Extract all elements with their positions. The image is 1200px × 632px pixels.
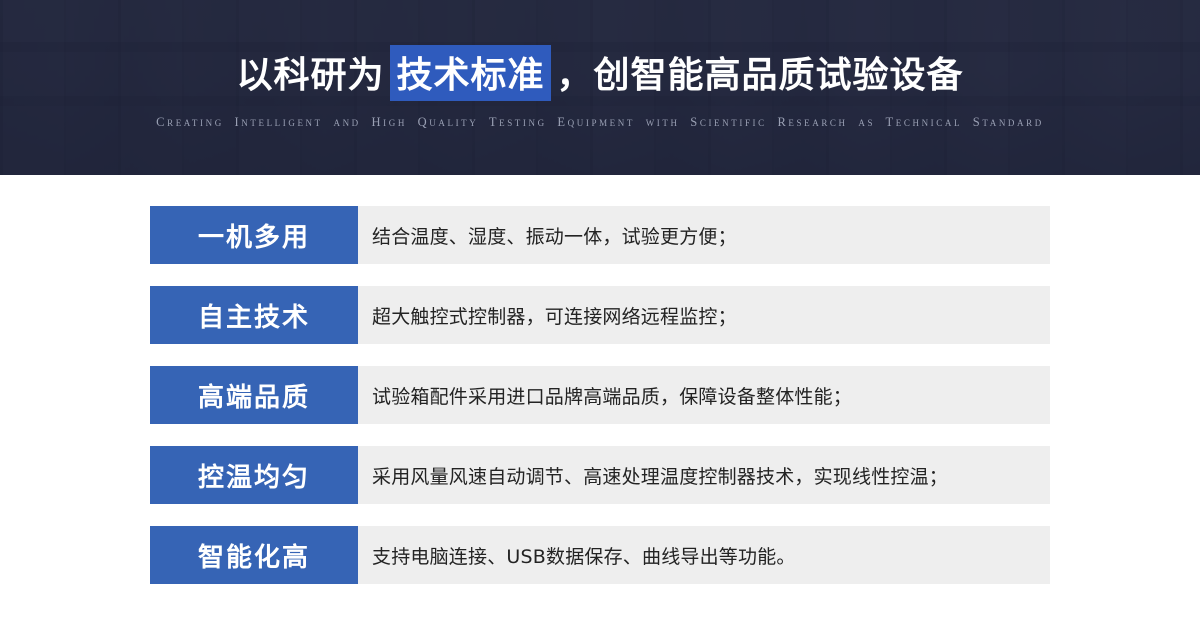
feature-description: 试验箱配件采用进口品牌高端品质，保障设备整体性能； [372, 385, 853, 408]
feature-description: 采用风量风速自动调节、高速处理温度控制器技术，实现线性控温； [372, 465, 949, 488]
feature-row: 一机多用 结合温度、湿度、振动一体，试验更方便； [0, 206, 1200, 264]
feature-tag: 智能化高 [150, 526, 358, 584]
hero-banner: 以科研为 技术标准 ，创智能高品质试验设备 Creating Intellige… [0, 0, 1200, 175]
feature-description: 超大触控式控制器，可连接网络远程监控； [372, 305, 737, 328]
page-title-highlight: 技术标准 [390, 45, 551, 101]
hero-content: 以科研为 技术标准 ，创智能高品质试验设备 Creating Intellige… [0, 0, 1200, 175]
feature-tag: 控温均匀 [150, 446, 358, 504]
feature-description: 结合温度、湿度、振动一体，试验更方便； [372, 225, 737, 248]
feature-tag-label: 控温均匀 [197, 462, 310, 493]
feature-row: 自主技术 超大触控式控制器，可连接网络远程监控； [0, 286, 1200, 344]
feature-row: 高端品质 试验箱配件采用进口品牌高端品质，保障设备整体性能； [0, 366, 1200, 424]
page-title: 以科研为 技术标准 ，创智能高品质试验设备 [236, 45, 963, 101]
feature-tag-label: 自主技术 [197, 302, 310, 333]
page-title-part-2: ，创智能高品质试验设备 [556, 55, 964, 96]
feature-row: 控温均匀 采用风量风速自动调节、高速处理温度控制器技术，实现线性控温； [0, 446, 1200, 504]
feature-description: 支持电脑连接、USB数据保存、曲线导出等功能。 [372, 545, 796, 568]
feature-tag: 高端品质 [150, 366, 358, 424]
page-title-part-1: 以科研为 [236, 55, 385, 96]
feature-tag-label: 高端品质 [197, 382, 310, 413]
feature-row: 智能化高 支持电脑连接、USB数据保存、曲线导出等功能。 [0, 526, 1200, 584]
feature-tag: 自主技术 [150, 286, 358, 344]
page-subtitle: Creating Intelligent and High Quality Te… [156, 115, 1044, 129]
feature-list: 一机多用 结合温度、湿度、振动一体，试验更方便； 自主技术 超大触控式控制器，可… [0, 175, 1200, 584]
feature-tag: 一机多用 [150, 206, 358, 264]
feature-tag-label: 智能化高 [197, 542, 310, 573]
feature-tag-label: 一机多用 [197, 222, 310, 253]
